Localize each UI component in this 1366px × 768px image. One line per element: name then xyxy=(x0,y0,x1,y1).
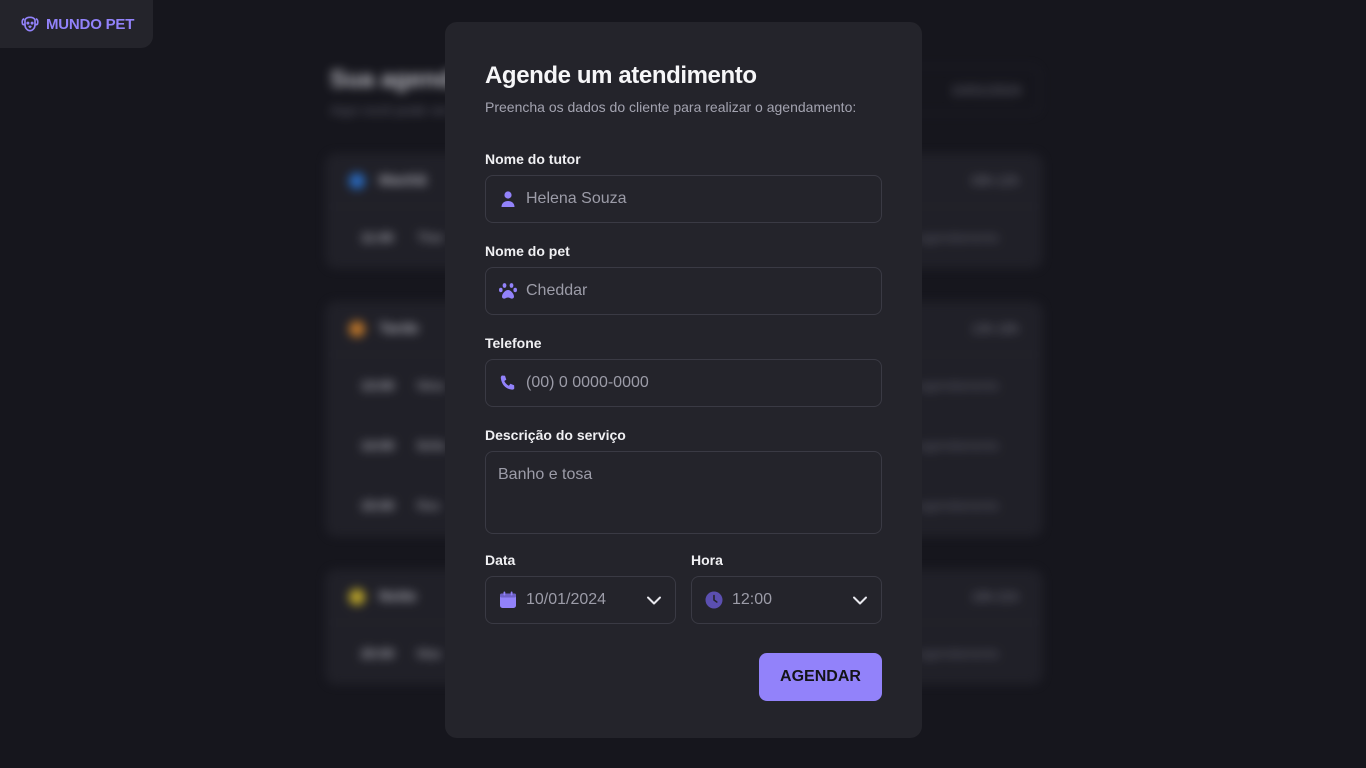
paw-icon xyxy=(498,281,518,301)
period-name: Tarde xyxy=(379,320,419,337)
description-label: Descrição do serviço xyxy=(485,427,626,443)
period-name: Noite xyxy=(379,588,417,605)
row-time: 13:00 xyxy=(361,377,395,393)
phone-icon xyxy=(498,373,518,393)
row-name: Thor xyxy=(417,229,444,245)
chevron-down-icon xyxy=(647,596,661,605)
tutor-name-input[interactable]: Helena Souza xyxy=(485,175,882,223)
phone-placeholder: (00) 0 0000-0000 xyxy=(526,374,649,391)
row-time: 14:00 xyxy=(361,437,395,453)
time-select[interactable]: 12:00 xyxy=(691,576,882,624)
sun-cloud-icon xyxy=(349,320,365,337)
row-time: 20:00 xyxy=(361,645,395,661)
phone-input[interactable]: (00) 0 0000-0000 xyxy=(485,359,882,407)
row-time: 15:00 xyxy=(361,497,395,513)
row-name: Bella xyxy=(417,437,446,453)
period-range: 13h-18h xyxy=(971,321,1019,336)
brand-logo: MUNDO PET xyxy=(0,0,153,48)
modal-subtitle: Preencha os dados do cliente para realiz… xyxy=(485,99,857,115)
row-name: Rex xyxy=(417,497,441,513)
dog-icon xyxy=(21,16,39,32)
date-value: 10/01/2024 xyxy=(526,591,607,608)
tutor-label: Nome do tutor xyxy=(485,151,581,167)
pet-name-placeholder: Cheddar xyxy=(526,282,588,299)
time-value: 12:00 xyxy=(732,591,773,608)
schedule-button[interactable]: AGENDAR xyxy=(759,653,882,701)
period-range: 19h-21h xyxy=(971,589,1019,604)
modal-title: Agende um atendimento xyxy=(485,62,757,89)
row-name: Max xyxy=(417,645,442,661)
chevron-down-icon xyxy=(853,596,867,605)
date-label: Data xyxy=(485,552,516,568)
sunrise-icon xyxy=(349,172,365,189)
date-select[interactable]: 10/01/2024 xyxy=(485,576,676,624)
pet-name-input[interactable]: Cheddar xyxy=(485,267,882,315)
moon-icon xyxy=(349,588,365,605)
calendar-icon xyxy=(498,590,518,610)
row-name: Nina xyxy=(417,377,444,393)
description-placeholder: Banho e tosa xyxy=(498,466,593,483)
time-label: Hora xyxy=(691,552,723,568)
pet-label: Nome do pet xyxy=(485,243,570,259)
tutor-name-placeholder: Helena Souza xyxy=(526,190,627,207)
row-time: 11:00 xyxy=(361,229,394,245)
clock-icon xyxy=(704,590,724,610)
brand-name: MUNDO PET xyxy=(46,15,135,33)
description-textarea[interactable]: Banho e tosa xyxy=(485,451,882,534)
phone-label: Telefone xyxy=(485,335,542,351)
period-name: Manhã xyxy=(379,172,427,189)
appointment-modal: Agende um atendimento Preencha os dados … xyxy=(445,22,922,738)
user-icon xyxy=(498,189,518,209)
period-range: 09h-12h xyxy=(971,173,1019,188)
